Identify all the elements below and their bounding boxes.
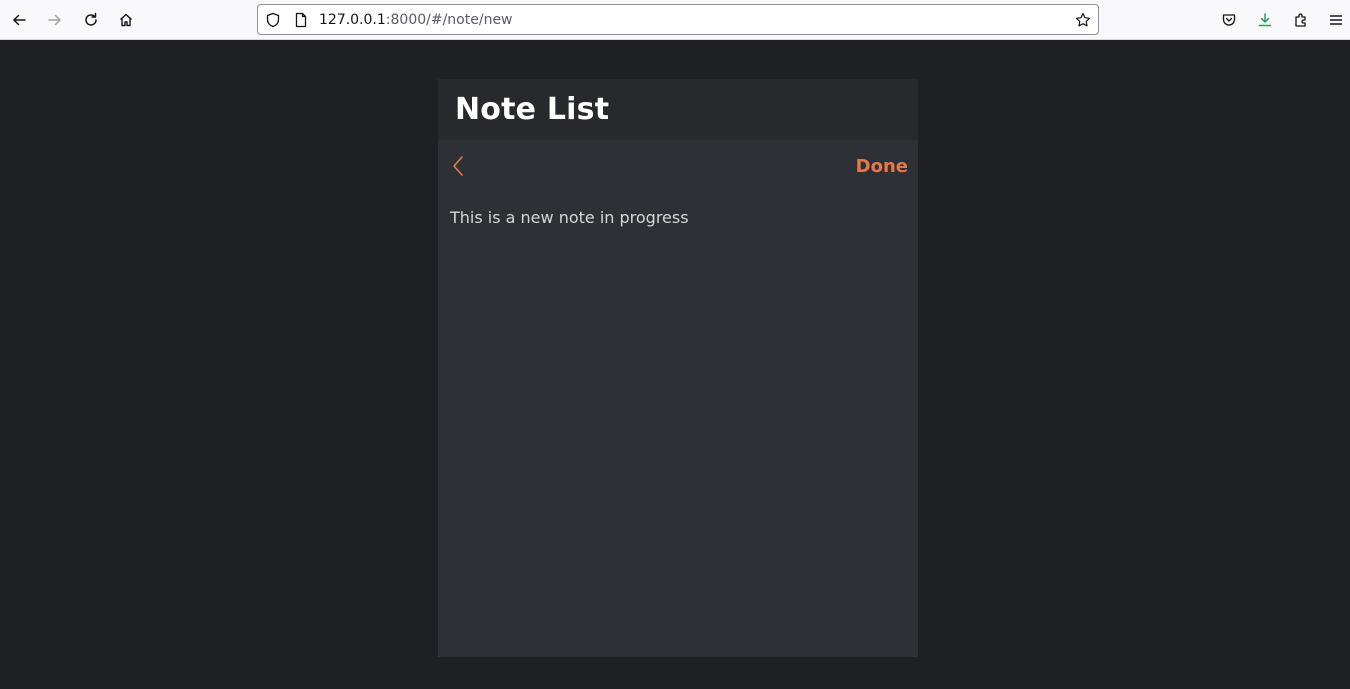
home-icon[interactable] (114, 8, 138, 32)
extensions-icon[interactable] (1289, 8, 1313, 32)
star-icon[interactable] (1075, 12, 1091, 28)
shield-icon[interactable] (265, 12, 281, 28)
back-chevron-icon[interactable] (450, 155, 468, 177)
browser-toolbar: 127.0.0.1:8000/#/note/new (0, 0, 1350, 40)
note-text-editor[interactable]: This is a new note in progress (450, 207, 906, 229)
back-arrow-icon[interactable] (7, 8, 31, 32)
app-header: Note List (438, 79, 918, 140)
download-icon[interactable] (1253, 8, 1277, 32)
note-editor-panel: Note List Done This is a new note in pro… (438, 79, 918, 657)
url-host: 127.0.0.1 (319, 12, 386, 28)
page-icon (293, 12, 309, 28)
done-button[interactable]: Done (856, 155, 908, 179)
url-bar[interactable]: 127.0.0.1:8000/#/note/new (257, 4, 1099, 35)
menu-icon[interactable] (1324, 8, 1348, 32)
forward-arrow-icon[interactable] (43, 8, 67, 32)
pocket-icon[interactable] (1217, 8, 1241, 32)
url-path: :8000/#/note/new (385, 12, 513, 28)
reload-icon[interactable] (79, 8, 103, 32)
page-title: Note List (455, 92, 610, 127)
url-text[interactable]: 127.0.0.1:8000/#/note/new (319, 11, 513, 29)
